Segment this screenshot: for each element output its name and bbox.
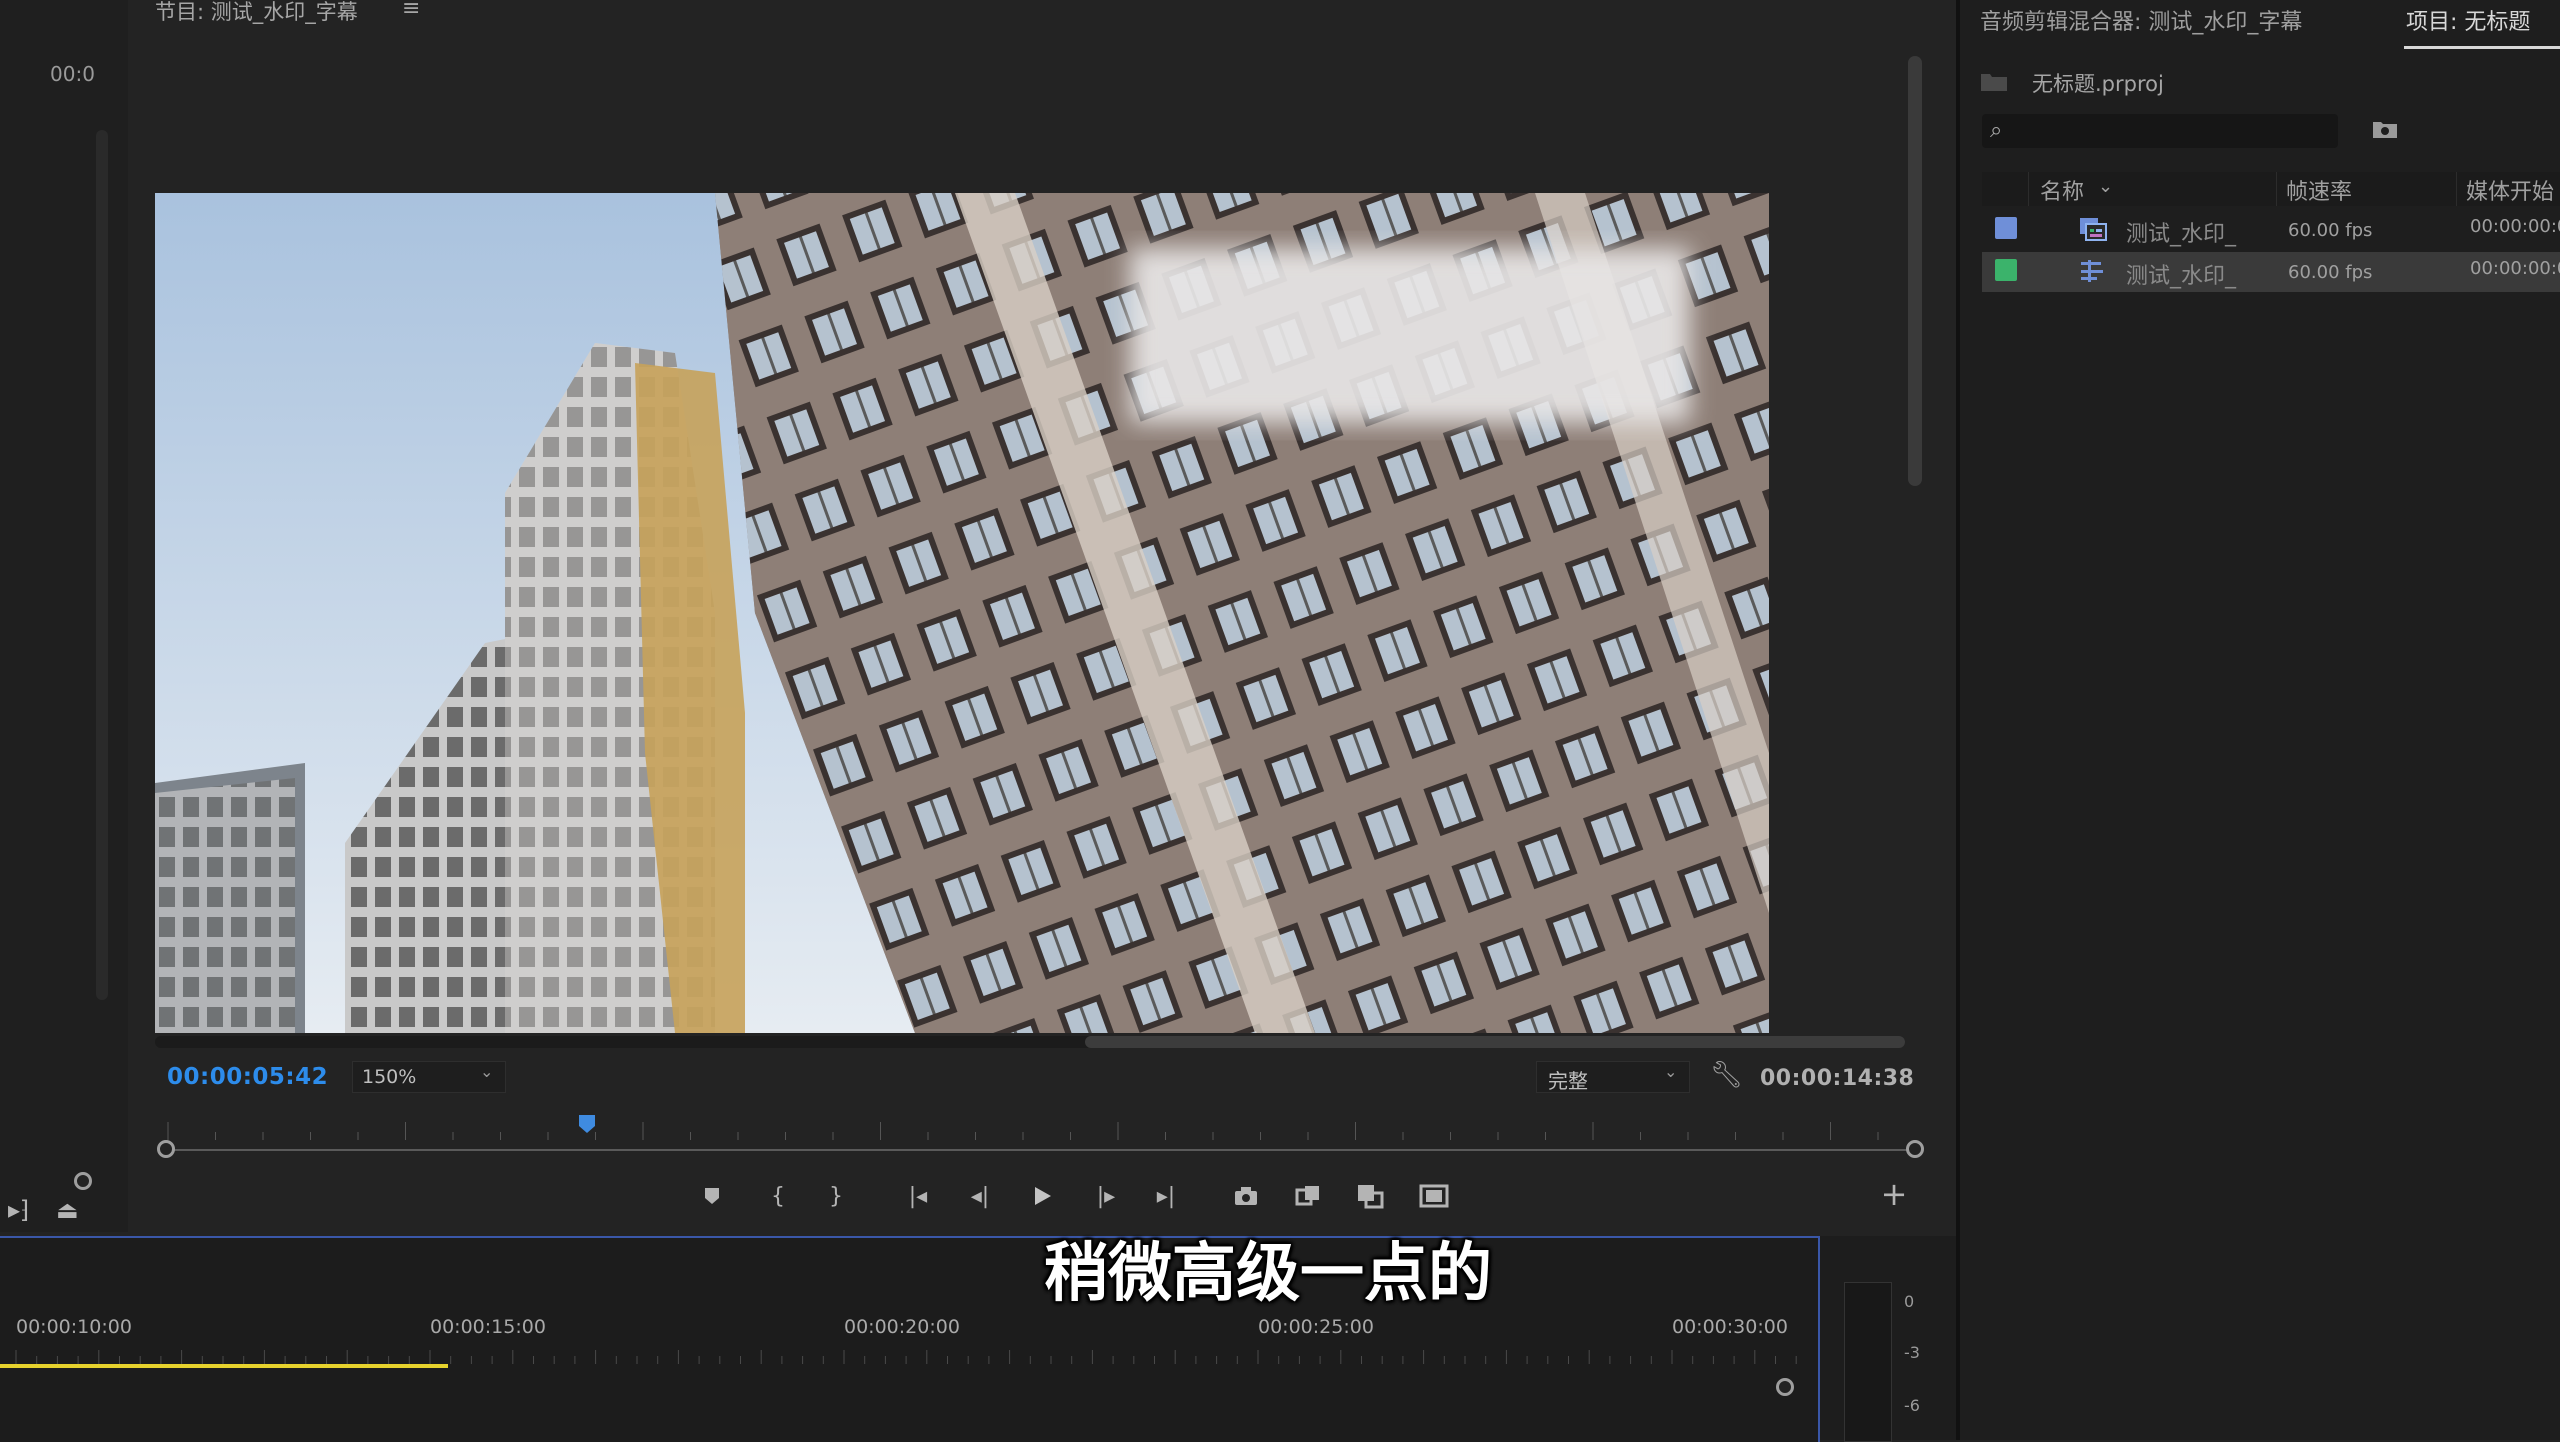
video-preview [155,193,1769,1033]
meter-db-label: -6 [1904,1396,1920,1415]
tab-project[interactable]: 项目: 无标题 [2406,4,2530,36]
marker-icon[interactable] [694,1178,730,1214]
work-area-bar[interactable] [0,1364,448,1368]
timeline-zoom-handle[interactable] [1776,1378,1794,1396]
item-name[interactable]: 测试_水印_ [2126,258,2236,290]
item-frame-rate: 60.00 fps [2288,220,2373,241]
playhead-marker[interactable] [578,1114,596,1134]
label-color-chip[interactable] [1995,217,2017,239]
audio-meter [1844,1282,1892,1442]
label-color-chip[interactable] [1995,259,2017,281]
column-divider[interactable] [2276,172,2277,206]
source-zoom-handle[interactable] [74,1172,92,1190]
column-frame-rate[interactable]: 帧速率 [2286,174,2352,206]
panel-menu-icon[interactable]: ≡ [402,0,420,21]
column-media-start[interactable]: 媒体开始 [2466,174,2554,206]
playback-resolution-value: 完整 [1548,1069,1588,1093]
timeline-ruler[interactable] [0,1350,1800,1364]
step-forward-icon[interactable]: |▸ [1088,1178,1124,1214]
program-monitor-title[interactable]: 节目: 测试_水印_字幕 [155,0,358,26]
meter-db-label: 0 [1904,1292,1915,1311]
zoom-handle-right[interactable] [1906,1140,1924,1158]
chevron-down-icon: ⌄ [1664,1062,1678,1081]
playhead-timecode[interactable]: 00:00:05:42 [167,1064,328,1090]
program-time-ruler[interactable] [158,1118,1908,1144]
item-name[interactable]: 测试_水印_ [2126,216,2236,248]
chevron-down-icon: ⌄ [480,1062,494,1081]
timeline-time-label: 00:00:10:00 [16,1316,132,1338]
camera-icon[interactable] [1228,1178,1264,1214]
play-icon[interactable] [1024,1178,1060,1214]
source-scrollbar[interactable] [96,130,108,1000]
project-filename: 无标题.prproj [2032,72,2164,96]
wrench-icon[interactable]: 🔧︎ [1710,1060,1743,1090]
timeline-time-label: 00:00:20:00 [844,1316,960,1338]
export-frame-icon[interactable] [1290,1178,1326,1214]
add-button-icon[interactable]: + [1876,1175,1912,1213]
column-name[interactable]: 名称 [2040,174,2084,206]
timeline-panel[interactable] [0,1236,1820,1442]
program-vertical-scrollbar[interactable] [1908,56,1922,486]
duration-timecode: 00:00:14:38 [1760,1066,1915,1091]
timeline-time-label: 00:00:15:00 [430,1316,546,1338]
source-timecode: 00:0 [50,62,95,86]
item-media-start: 00:00:00:0 [2470,216,2560,237]
clip-icon [2081,260,2103,282]
search-icon: ⌕ [1990,118,2003,143]
sequence-icon [2080,218,2107,241]
program-horizontal-scroll-thumb[interactable] [1085,1036,1905,1048]
search-input[interactable] [1982,114,2338,148]
mark-in-icon[interactable]: { [760,1178,796,1214]
go-to-out-icon[interactable]: ▸| [1148,1178,1184,1214]
item-media-start: 00:00:00:0 [2470,258,2560,279]
column-divider[interactable] [2456,172,2457,206]
source-panel-strip [0,0,128,1232]
insert-icon[interactable]: ▸⁆ [8,1196,29,1224]
zoom-handle-left[interactable] [157,1140,175,1158]
item-frame-rate: 60.00 fps [2288,262,2373,283]
folder-icon [1981,74,2007,91]
tab-audio-clip-mixer[interactable]: 音频剪辑混合器: 测试_水印_字幕 [1980,4,2302,36]
new-bin-icon[interactable] [2372,118,2398,140]
go-to-in-icon[interactable]: |◂ [900,1178,936,1214]
mark-out-icon[interactable]: } [818,1178,854,1214]
sort-chevron-icon[interactable]: ⌄ [2098,176,2113,197]
timeline-time-label: 00:00:30:00 [1672,1316,1788,1338]
timeline-time-label: 00:00:25:00 [1258,1316,1374,1338]
zoom-value: 150% [362,1066,417,1088]
export-icon[interactable]: ⏏ [56,1196,79,1224]
step-back-icon[interactable]: ◂| [962,1178,998,1214]
safe-margins-icon[interactable] [1416,1178,1452,1214]
column-divider[interactable] [2028,172,2029,206]
active-tab-indicator [2404,46,2560,49]
meter-db-label: -3 [1904,1343,1920,1362]
scrub-bar[interactable] [167,1149,1917,1151]
video-frame-image [155,193,1769,1033]
video-subtitle: 稍微高级一点的 [1044,1237,1492,1311]
overlay-icon[interactable] [1352,1178,1388,1214]
